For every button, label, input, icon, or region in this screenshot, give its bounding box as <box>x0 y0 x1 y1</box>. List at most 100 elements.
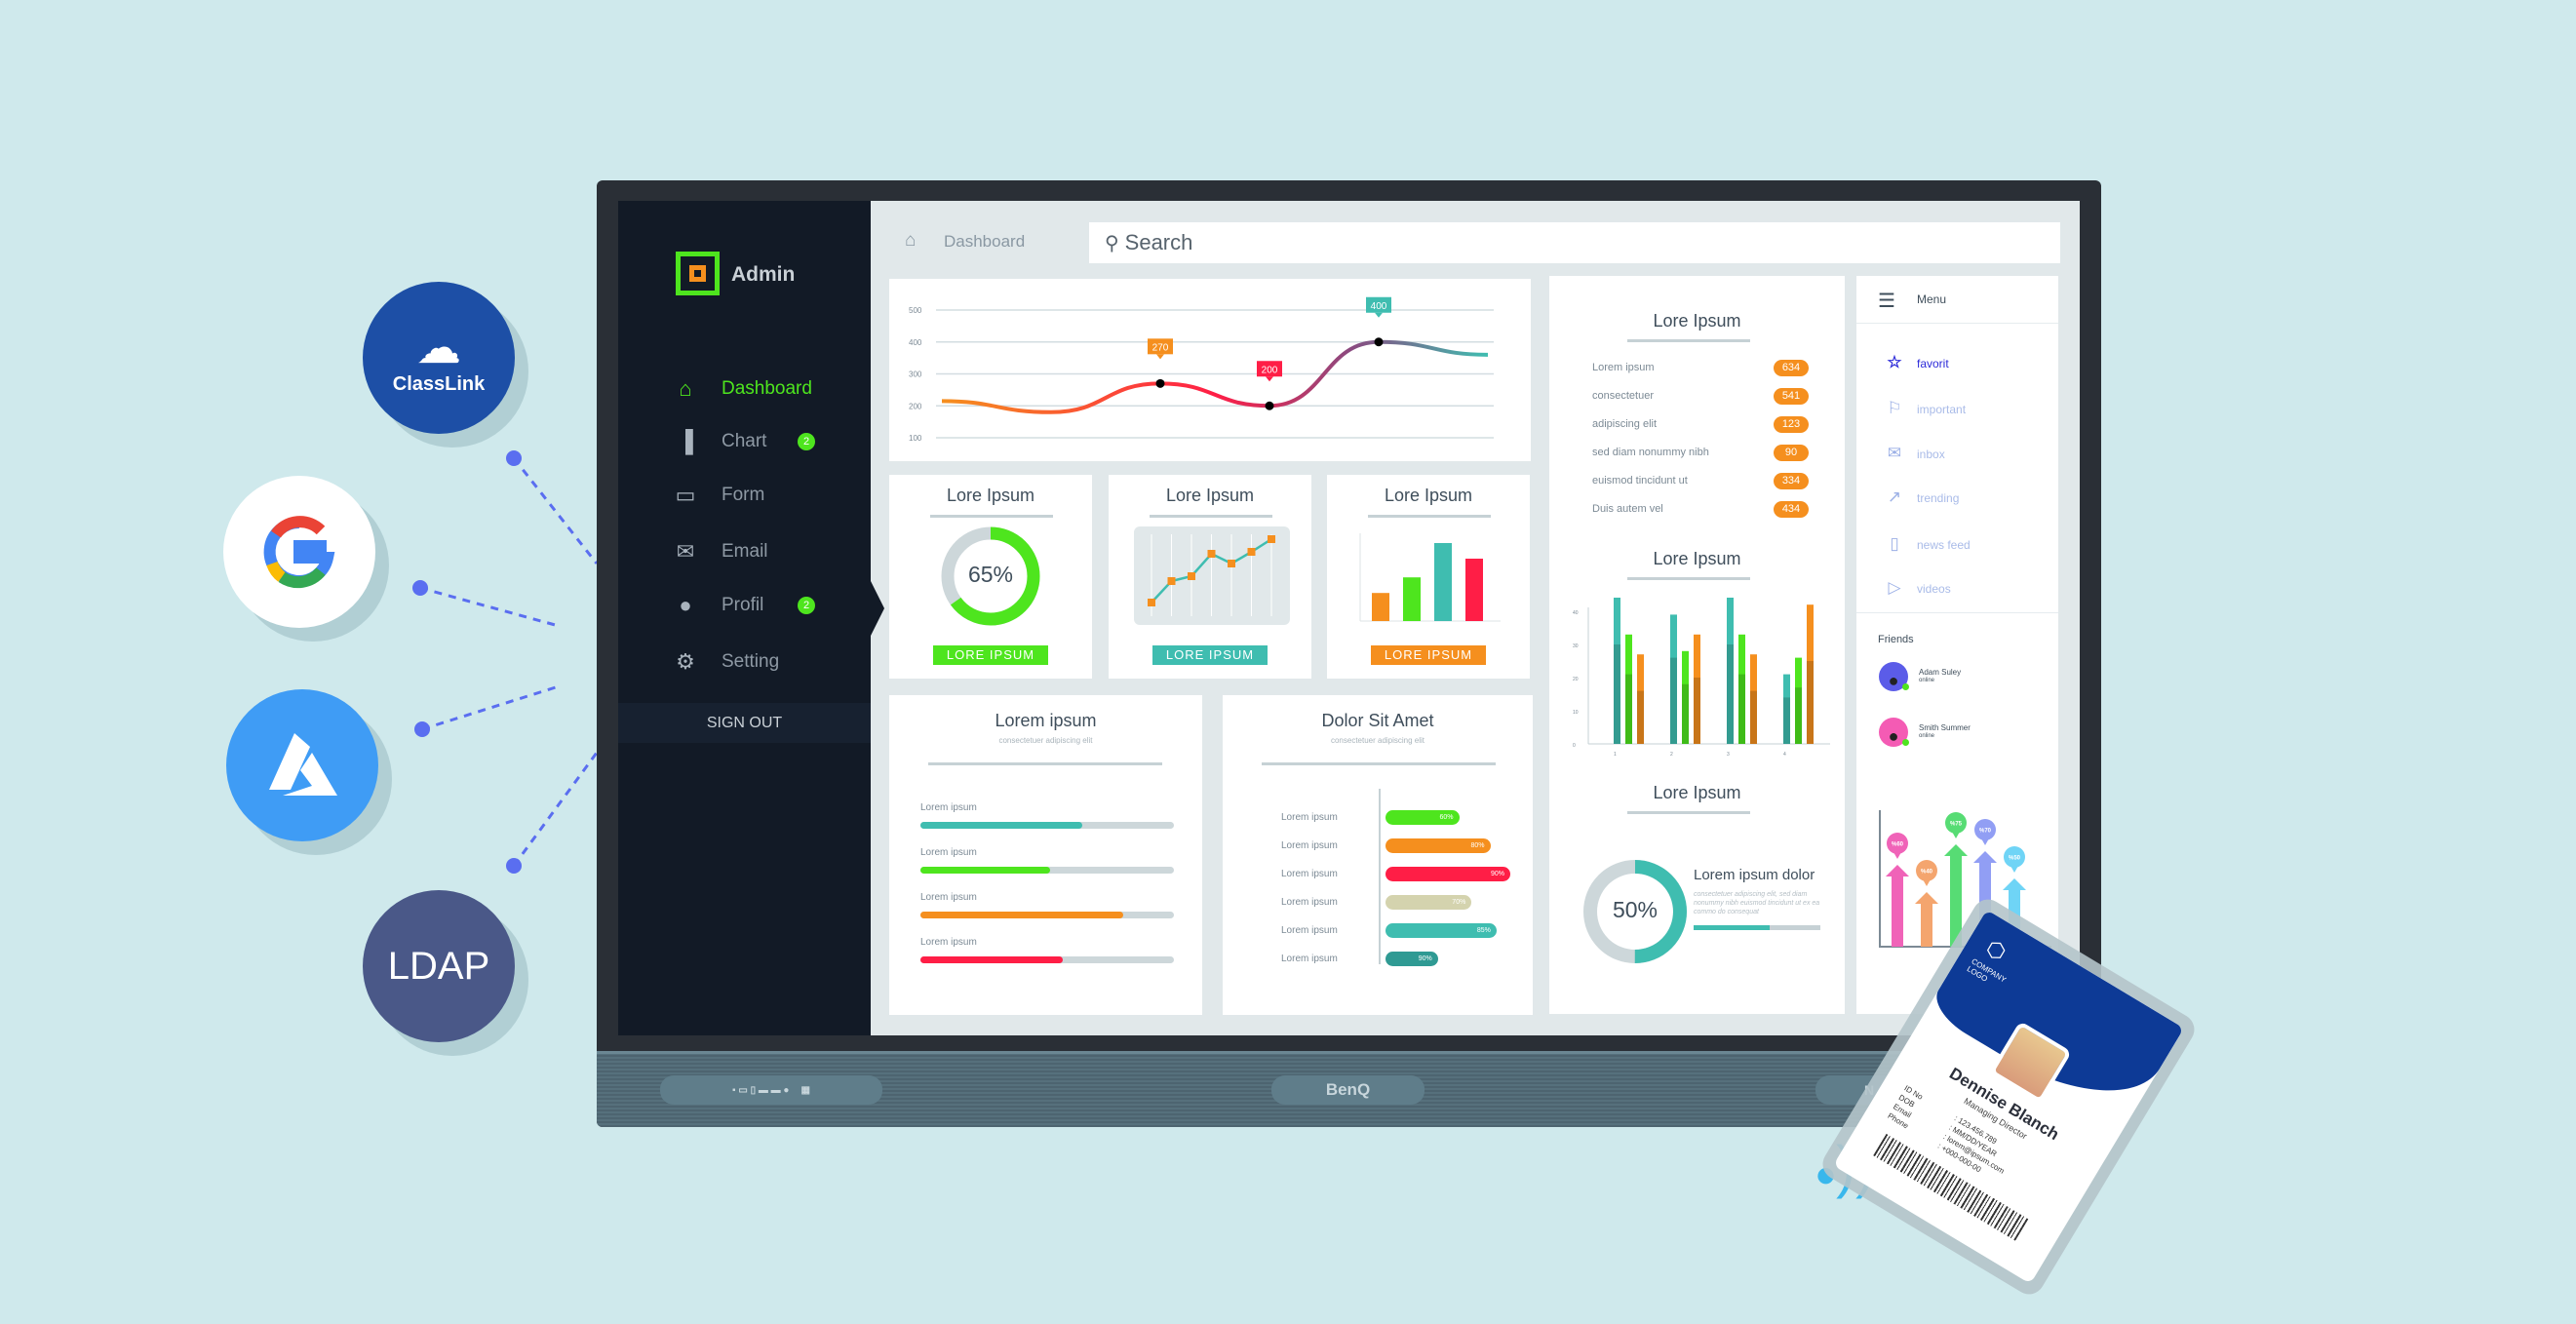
data-label: 200 <box>1262 365 1278 375</box>
bar-lower-segment <box>1750 690 1757 744</box>
donut-value: 50% <box>1612 897 1659 922</box>
card-title: Lore Ipsum <box>1653 311 1741 331</box>
lore-ipsum-button[interactable]: LORE IPSUM <box>1152 645 1268 665</box>
menu-item-label: favorit <box>1917 357 1949 370</box>
sidebar-item-label: Profil <box>722 595 764 615</box>
sidebar-item-chart[interactable]: ▐ Chart 2 <box>618 424 871 459</box>
value-label: %70 <box>1979 829 1992 835</box>
arrow-head <box>1886 865 1909 876</box>
azure-logo[interactable] <box>226 689 378 841</box>
friend-name: Smith Summer <box>1919 723 1971 732</box>
progress-label: Lorem ipsum <box>920 892 977 903</box>
bubble-pointer <box>1981 838 1989 845</box>
data-point <box>1188 572 1195 580</box>
menu-item-favorit[interactable]: ☆ favorit <box>1856 353 2058 376</box>
google-logo[interactable] <box>223 476 375 628</box>
bar-chart-icon: ▐ <box>678 429 693 453</box>
donut-card: Lore Ipsum 65% LORE IPSUM <box>889 475 1092 679</box>
sidebar-item-label: Form <box>722 485 765 505</box>
menu-item-label: videos <box>1917 582 1951 596</box>
home-icon[interactable]: ⌂ <box>905 230 916 252</box>
news-icon: ▯ <box>1890 534 1899 553</box>
progress-bar <box>920 912 1174 918</box>
sidebar-item-label: Chart <box>722 431 767 451</box>
breadcrumb[interactable]: Dashboard <box>944 232 1025 252</box>
bubble-pointer <box>1923 879 1931 886</box>
azure-icon <box>269 733 337 796</box>
progress-card: Lorem ipsum consectetuer adipiscing elit… <box>889 695 1202 1015</box>
count-badge: 634 <box>1774 360 1809 376</box>
logo-icon <box>676 252 720 295</box>
progress-bar <box>920 867 1174 874</box>
search-input[interactable]: ⚲ Search <box>1089 222 2060 263</box>
stats-column-card: Lore Ipsum Lorem ipsum 634 consectetuer 541… <box>1549 276 1845 1014</box>
bar-lower-segment <box>1795 687 1802 744</box>
bookmark-icon: ⚐ <box>1887 399 1902 417</box>
y-tick-label: 300 <box>909 370 922 379</box>
sidebar-item-email[interactable]: ✉ Email <box>618 534 871 569</box>
lore-ipsum-button[interactable]: LORE IPSUM <box>933 645 1048 665</box>
online-indicator <box>1902 683 1909 690</box>
bar-lower-segment <box>1783 697 1790 744</box>
data-point <box>1228 560 1235 567</box>
arrow-head <box>1944 844 1968 856</box>
lore-ipsum-button[interactable]: LORE IPSUM <box>1371 645 1486 665</box>
value-label: %75 <box>1950 822 1963 828</box>
y-tick-label: 100 <box>909 434 922 443</box>
hamburger-icon[interactable]: ☰ <box>1878 289 1895 313</box>
data-point <box>1155 378 1165 388</box>
menu-item-important[interactable]: ⚐ important <box>1856 399 2058 422</box>
hbar: 90% <box>1386 952 1438 966</box>
menu-item-news-feed[interactable]: ▯ news feed <box>1856 534 2058 558</box>
sidebar-item-dashboard[interactable]: ⌂ Dashboard <box>618 371 871 407</box>
y-tick-label: 10 <box>1573 710 1579 716</box>
friend-status: online <box>1919 733 1935 739</box>
stat-label: adipiscing elit <box>1592 418 1658 430</box>
hbar-label: Lorem ipsum <box>1281 869 1338 879</box>
ldap-logo[interactable]: LDAP <box>363 890 515 1042</box>
card-title: Lore Ipsum <box>1653 783 1741 802</box>
bar-lower-segment <box>1727 644 1734 744</box>
hbar-label: Lorem ipsum <box>1281 954 1338 964</box>
menu-title: Menu <box>1917 292 1947 306</box>
data-label-pointer <box>1375 312 1383 318</box>
online-indicator <box>1902 739 1909 746</box>
bar-lower-segment <box>1694 678 1700 744</box>
sidebar-item-profil[interactable]: ● Profil 2 <box>618 588 871 623</box>
classlink-logo[interactable]: ☁ ClassLink <box>363 282 515 434</box>
menu-item-label: trending <box>1917 491 1960 505</box>
card-title: Lorem ipsum <box>995 711 1097 730</box>
menu-item-trending[interactable]: ↗ trending <box>1856 487 2058 511</box>
data-point <box>1207 550 1216 558</box>
star-icon: ☆ <box>1887 353 1902 371</box>
trending-icon: ↗ <box>1887 487 1902 506</box>
arrow-head <box>1973 851 1997 863</box>
data-point <box>1148 599 1155 606</box>
notification-badge: 2 <box>798 597 815 614</box>
stat-label: euismod tincidunt ut <box>1592 475 1688 487</box>
bar-lower-segment <box>1637 690 1644 744</box>
bar-lower-segment <box>1625 674 1632 744</box>
menu-item-inbox[interactable]: ✉ inbox <box>1856 444 2058 467</box>
bar <box>1465 559 1483 621</box>
card-subtitle: consectetuer adipiscing elit <box>998 736 1093 745</box>
hbar-label: Lorem ipsum <box>1281 812 1338 823</box>
collapse-handle[interactable] <box>871 581 884 636</box>
donut-description: consectetuer adipiscing elit, sed diam n… <box>1694 891 1820 915</box>
y-tick-label: 500 <box>909 306 922 315</box>
progress-label: Lorem ipsum <box>920 937 977 948</box>
io-ports-panel: ▪ ▭ ▯ ▬ ▬ ● ▦ <box>660 1075 882 1105</box>
data-point <box>1247 548 1256 556</box>
stat-label: Duis autem vel <box>1592 503 1663 515</box>
y-tick-label: 400 <box>909 338 922 347</box>
sign-out-button[interactable]: SIGN OUT <box>618 703 871 743</box>
data-point <box>1167 577 1176 585</box>
menu-item-videos[interactable]: ▷ videos <box>1856 578 2058 602</box>
google-g-icon <box>263 516 335 589</box>
x-tick-label: 4 <box>1783 752 1786 758</box>
progress-bar <box>920 822 1174 829</box>
hbar-label: Lorem ipsum <box>1281 840 1338 851</box>
cloud-icon: ☁ <box>415 321 461 372</box>
sidebar-item-setting[interactable]: ⚙ Setting <box>618 644 871 680</box>
sidebar-item-form[interactable]: ▭ Form <box>618 478 871 513</box>
